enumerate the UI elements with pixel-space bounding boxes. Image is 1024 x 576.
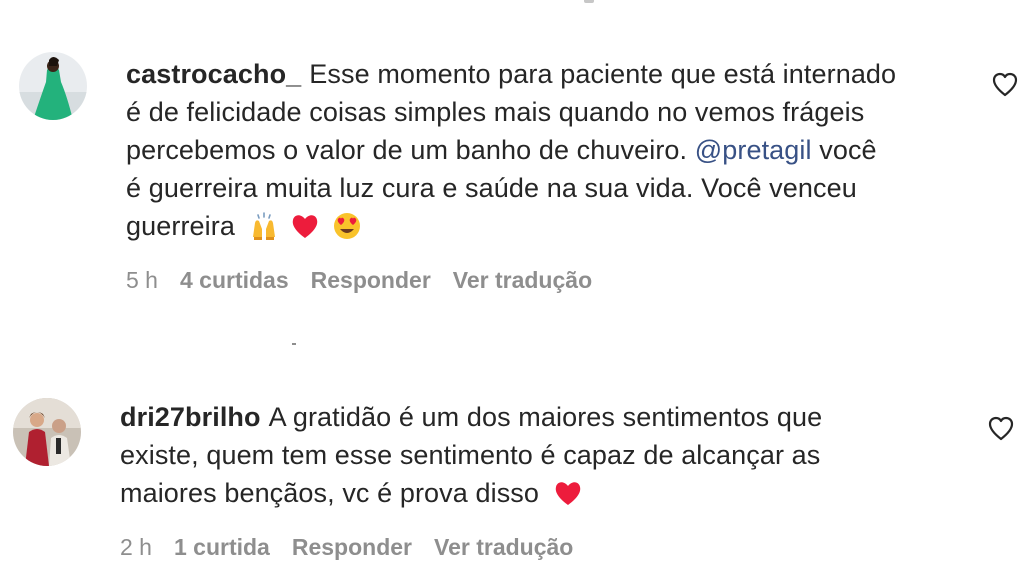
avatar[interactable] bbox=[13, 398, 81, 466]
avatar[interactable] bbox=[19, 52, 87, 120]
comment-line: existe, quem tem esse sentimento é capaz… bbox=[120, 440, 821, 470]
praising-hands-emoji bbox=[249, 211, 279, 241]
reply-button[interactable]: Responder bbox=[311, 267, 431, 293]
comment-line: você bbox=[811, 135, 877, 165]
divider-mark bbox=[292, 343, 296, 345]
see-translation-button[interactable]: Ver tradução bbox=[453, 267, 592, 293]
mention-link[interactable]: @pretagil bbox=[695, 135, 812, 165]
comment-time[interactable]: 2 h bbox=[120, 534, 152, 560]
comment-text: dri27brilho A gratidão é um dos maiores s… bbox=[120, 398, 980, 512]
comment-time[interactable]: 5 h bbox=[126, 267, 158, 293]
red-heart-emoji bbox=[290, 211, 320, 241]
comment-meta: 5 h 4 curtidas Responder Ver tradução bbox=[126, 265, 614, 295]
comment-text: castrocacho_ Esse momento para paciente q… bbox=[126, 55, 986, 245]
red-heart-emoji bbox=[553, 478, 583, 508]
comment-line: percebemos o valor de um banho de chuvei… bbox=[126, 135, 695, 165]
heart-outline-icon[interactable] bbox=[987, 415, 1015, 443]
reply-button[interactable]: Responder bbox=[292, 534, 412, 560]
heart-eyes-emoji bbox=[332, 211, 362, 241]
heart-outline-icon[interactable] bbox=[991, 71, 1019, 99]
scroll-indicator bbox=[584, 0, 594, 3]
comment-line: é de felicidade coisas simples mais quan… bbox=[126, 97, 865, 127]
comment-meta: 2 h 1 curtida Responder Ver tradução bbox=[120, 532, 595, 562]
comment-line: A gratidão é um dos maiores sentimentos … bbox=[268, 402, 823, 432]
comment-line: maiores bençãos, vc é prova disso bbox=[120, 478, 540, 508]
comment-username[interactable]: castrocacho_ bbox=[126, 59, 301, 89]
likes-count-button[interactable]: 1 curtida bbox=[174, 534, 270, 560]
comment-line: é guerreira muita luz cura e saúde na su… bbox=[126, 173, 857, 203]
see-translation-button[interactable]: Ver tradução bbox=[434, 534, 573, 560]
comment-username[interactable]: dri27brilho bbox=[120, 402, 261, 432]
comment-line: Esse momento para paciente que está inte… bbox=[309, 59, 897, 89]
likes-count-button[interactable]: 4 curtidas bbox=[180, 267, 289, 293]
comment-line: guerreira bbox=[126, 211, 235, 241]
